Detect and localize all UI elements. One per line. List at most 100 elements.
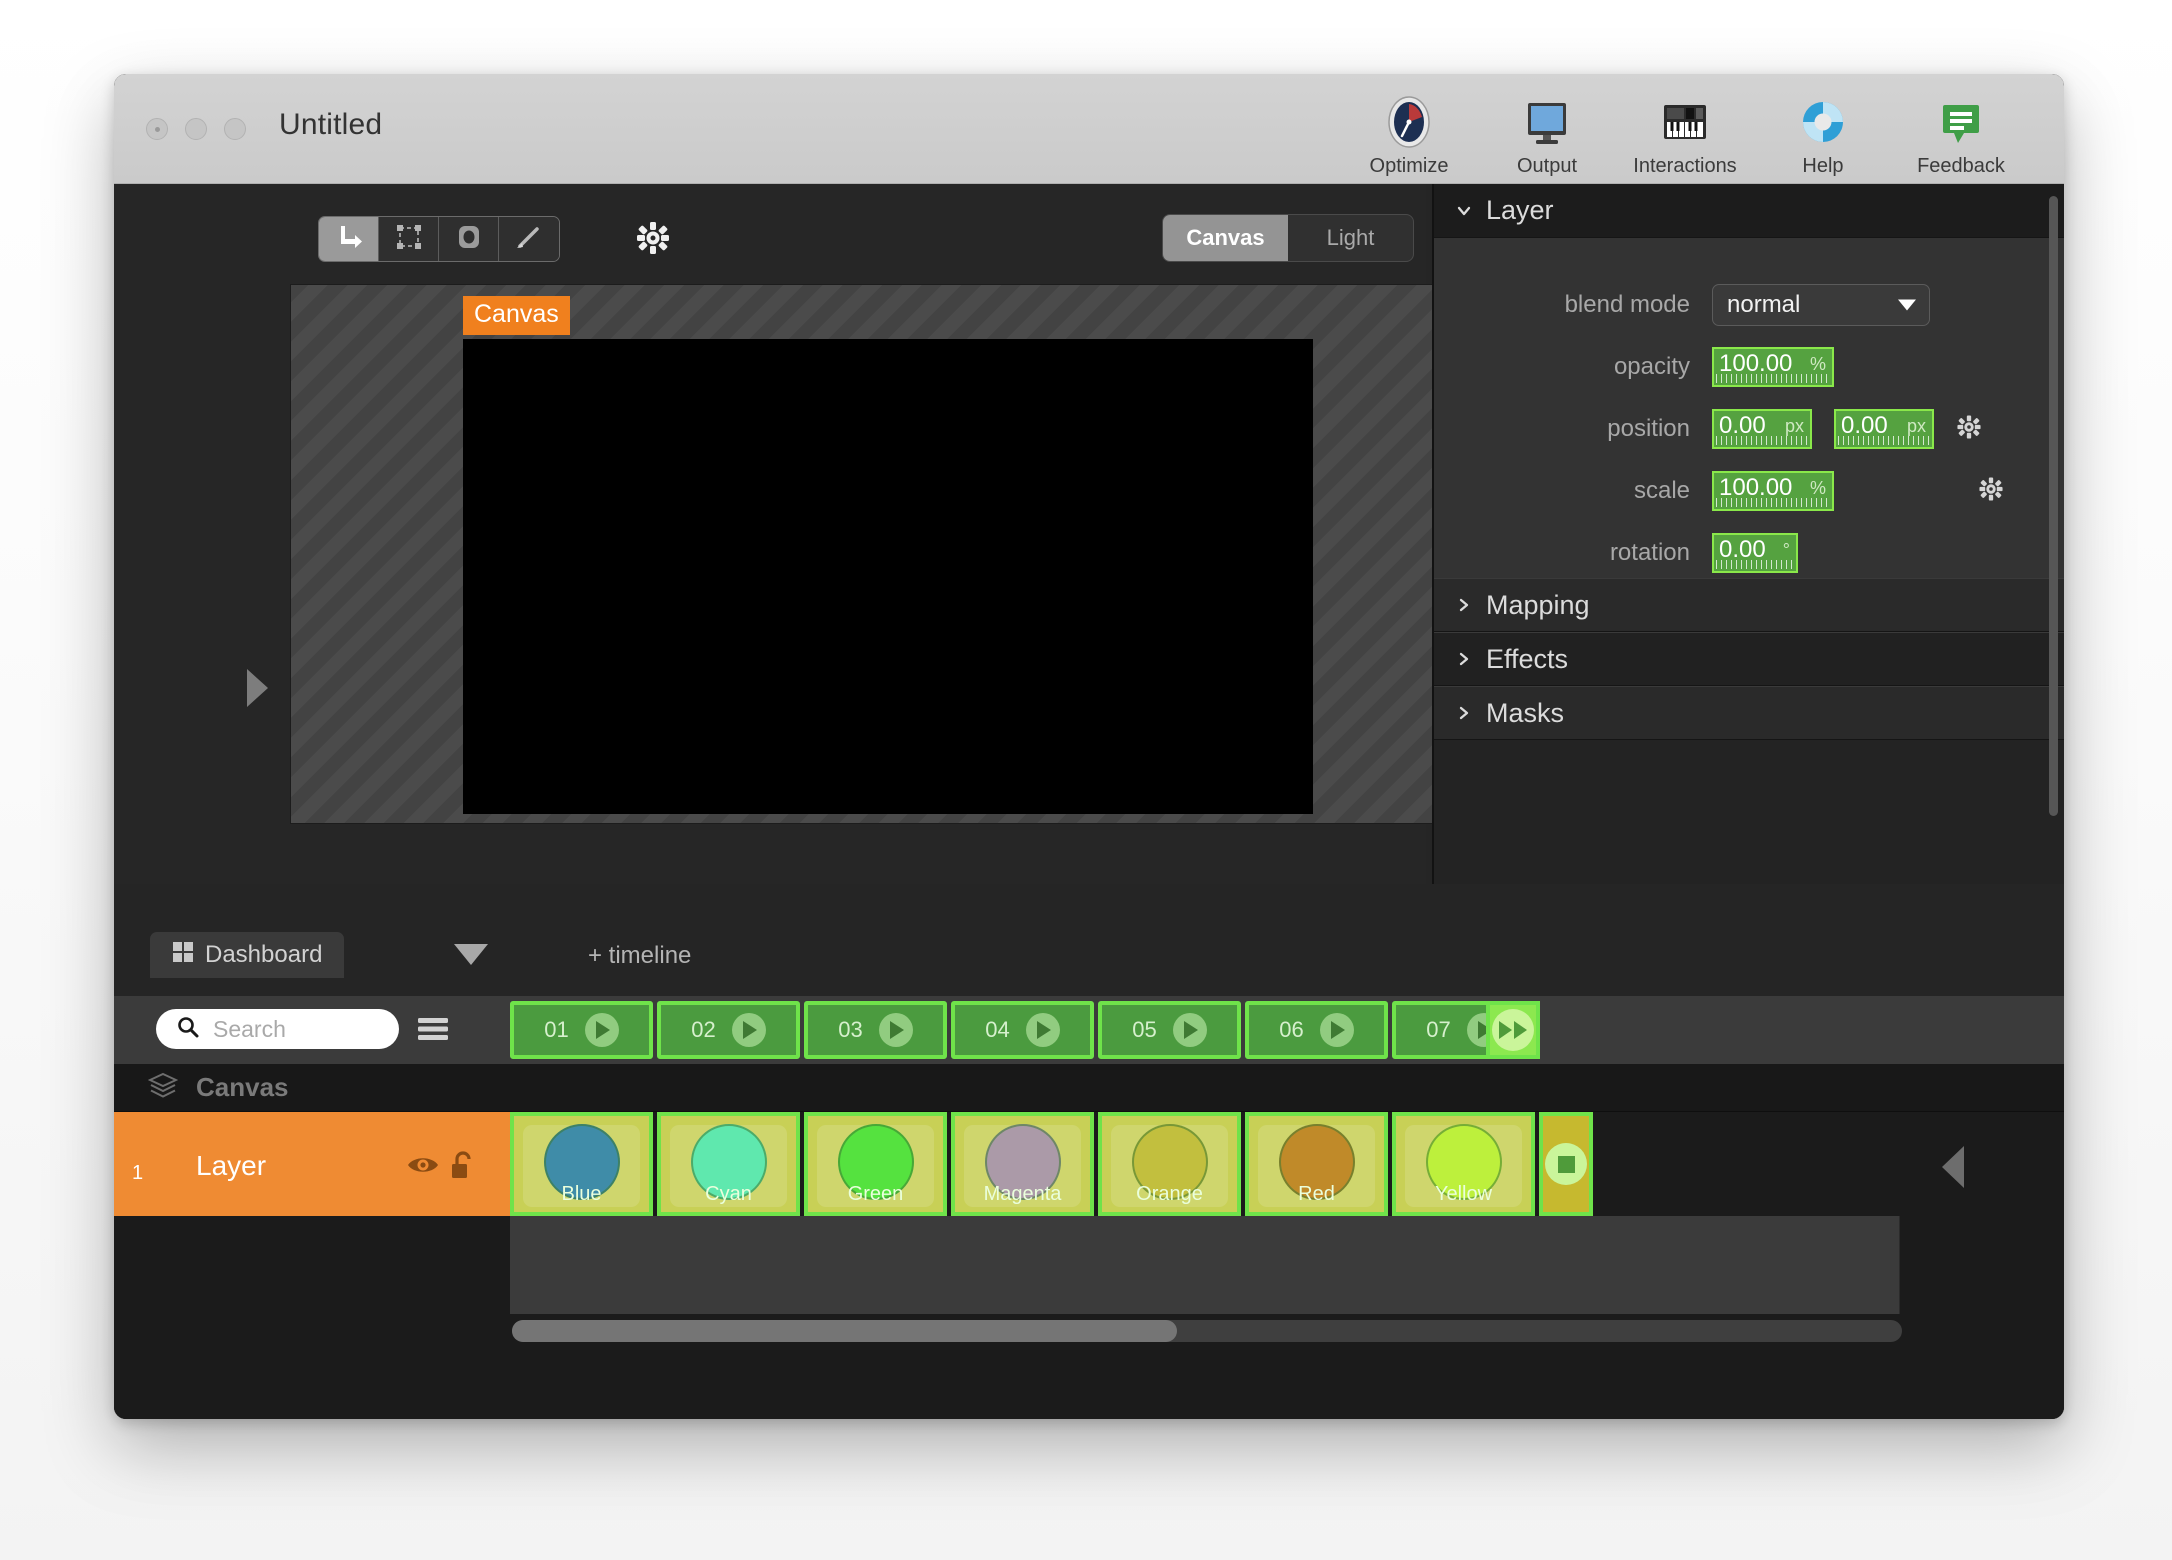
cue-header[interactable]: 05: [1098, 1001, 1241, 1059]
rounded-square-dot-icon: [455, 223, 483, 256]
play-icon[interactable]: [585, 1013, 619, 1047]
inspector-section-masks[interactable]: Masks: [1434, 686, 2064, 740]
bounding-box-icon: [395, 223, 423, 256]
layer-index: 1: [132, 1162, 143, 1185]
play-all-button[interactable]: [1486, 1001, 1540, 1059]
minimize-button[interactable]: [185, 118, 207, 140]
cue-header[interactable]: 03: [804, 1001, 947, 1059]
inspector-scrollbar[interactable]: [2049, 196, 2058, 816]
property-blend-mode: blend mode normal: [1434, 274, 2064, 336]
canvas-label-badge: Canvas: [463, 296, 570, 335]
fast-forward-icon: [1492, 1009, 1534, 1051]
hamburger-icon: [417, 1029, 449, 1046]
toolbar-item-label: Help: [1802, 155, 1843, 178]
chevron-right-icon: [1454, 596, 1474, 614]
stage-settings-button[interactable]: [635, 220, 671, 261]
position-x-input[interactable]: 0.00 px: [1712, 409, 1812, 449]
cue-header[interactable]: 06: [1245, 1001, 1388, 1059]
clip-cell[interactable]: Green: [804, 1112, 947, 1216]
tab-dashboard[interactable]: Dashboard: [150, 932, 344, 978]
canvas-viewport[interactable]: Canvas: [290, 284, 1454, 824]
zoom-button[interactable]: [224, 118, 246, 140]
rotation-input[interactable]: 0.00 °: [1712, 533, 1798, 573]
clip-row: Blue Cyan Green Mage: [510, 1112, 1593, 1216]
view-mode-light[interactable]: Light: [1288, 215, 1413, 261]
cue-number: 07: [1426, 1017, 1450, 1043]
search-input[interactable]: Search: [156, 1009, 399, 1049]
stage-expand-left-button[interactable]: [247, 669, 268, 707]
brush-tool-button[interactable]: [499, 217, 559, 261]
midi-keyboard-icon: [1658, 94, 1712, 150]
play-icon[interactable]: [732, 1013, 766, 1047]
cue-number: 02: [691, 1017, 715, 1043]
unlock-icon[interactable]: [450, 1150, 476, 1185]
add-timeline-button[interactable]: + timeline: [588, 942, 691, 970]
scale-settings-button[interactable]: [1978, 476, 2004, 507]
board-list-menu-button[interactable]: [417, 1016, 449, 1047]
slider-ticks: [1716, 560, 1794, 569]
layer-row-header[interactable]: 1 Layer: [114, 1112, 510, 1216]
toolbar-item-help[interactable]: Help: [1754, 86, 1892, 178]
cue-header[interactable]: 02: [657, 1001, 800, 1059]
play-icon[interactable]: [1173, 1013, 1207, 1047]
cue-number: 05: [1132, 1017, 1156, 1043]
position-y-input[interactable]: 0.00 px: [1834, 409, 1934, 449]
property-scale: scale 100.00 %: [1434, 460, 2064, 522]
tab-dropdown-button[interactable]: [454, 944, 488, 965]
slider-ticks: [1716, 374, 1830, 383]
inspector-section-layer[interactable]: Layer: [1434, 184, 2064, 238]
inspector-section-mapping[interactable]: Mapping: [1434, 578, 2064, 632]
toolbar-item-feedback[interactable]: Feedback: [1892, 86, 2030, 178]
chevron-right-icon: [1454, 704, 1474, 722]
play-icon[interactable]: [879, 1013, 913, 1047]
toolbar-item-interactions[interactable]: Interactions: [1616, 86, 1754, 178]
clip-cell[interactable]: Magenta: [951, 1112, 1094, 1216]
blend-mode-select[interactable]: normal: [1712, 284, 1930, 326]
position-x-value: 0.00: [1714, 414, 1766, 438]
toolbar-item-output[interactable]: Output: [1478, 86, 1616, 178]
scale-input[interactable]: 100.00 %: [1712, 471, 1834, 511]
canvas-surface[interactable]: [463, 339, 1313, 814]
stop-layer-button[interactable]: [1539, 1112, 1593, 1216]
play-icon[interactable]: [1026, 1013, 1060, 1047]
opacity-input[interactable]: 100.00 %: [1712, 347, 1834, 387]
clip-label: Blue: [514, 1183, 649, 1206]
cue-header[interactable]: 01: [510, 1001, 653, 1059]
board-horizontal-scrollbar[interactable]: [512, 1320, 1902, 1342]
scrollbar-thumb[interactable]: [512, 1320, 1177, 1342]
arrow-move-icon: [334, 223, 364, 256]
clip-cell[interactable]: Cyan: [657, 1112, 800, 1216]
mask-tool-button[interactable]: [439, 217, 499, 261]
clip-cell[interactable]: Blue: [510, 1112, 653, 1216]
dashboard-board: Search 01: [114, 996, 2064, 1414]
layer-properties: blend mode normal opacity 100.00 %: [1434, 238, 2064, 578]
toolbar-item-optimize[interactable]: Optimize: [1340, 86, 1478, 178]
clip-cell[interactable]: Orange: [1098, 1112, 1241, 1216]
chevron-down-icon: [1454, 202, 1474, 220]
board-group-canvas[interactable]: Canvas: [114, 1064, 2064, 1112]
cue-header[interactable]: 04: [951, 1001, 1094, 1059]
toolbar-item-label: Interactions: [1633, 155, 1736, 178]
position-y-unit: px: [1907, 416, 1926, 437]
play-icon[interactable]: [1320, 1013, 1354, 1047]
inspector-panel: Layer blend mode normal opacity 100.00: [1432, 184, 2064, 884]
bottom-bar: edit board: [114, 1414, 2064, 1419]
board-empty-area: [510, 1216, 1900, 1314]
rotation-unit: °: [1783, 540, 1790, 561]
clip-cell[interactable]: Yellow: [1392, 1112, 1535, 1216]
window-title: Untitled: [279, 108, 382, 142]
position-settings-button[interactable]: [1956, 414, 1982, 445]
property-label: blend mode: [1434, 291, 1712, 319]
section-title: Effects: [1486, 644, 1568, 675]
inspector-section-effects[interactable]: Effects: [1434, 632, 2064, 686]
board-collapse-button[interactable]: [1942, 1146, 1964, 1188]
eye-icon[interactable]: [406, 1154, 440, 1181]
move-tool-button[interactable]: [319, 217, 379, 261]
property-rotation: rotation 0.00 °: [1434, 522, 2064, 584]
clip-cell[interactable]: Red: [1245, 1112, 1388, 1216]
transform-tool-button[interactable]: [379, 217, 439, 261]
tab-label: Dashboard: [205, 941, 322, 969]
clip-label: Cyan: [661, 1183, 796, 1206]
close-button[interactable]: [146, 118, 168, 140]
view-mode-canvas[interactable]: Canvas: [1163, 215, 1288, 261]
